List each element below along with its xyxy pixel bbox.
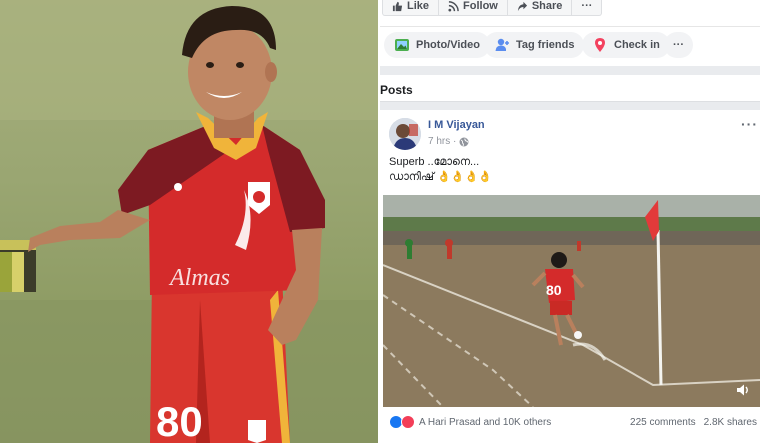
like-page-label: Like [407, 0, 430, 12]
page-more-button[interactable]: ··· [572, 0, 601, 16]
page-actions-bar: Like Follow Share ··· [380, 0, 760, 22]
shares-count[interactable]: 2.8K shares [704, 417, 757, 428]
section-gap [380, 66, 760, 75]
photo-video-button[interactable]: Photo/Video [384, 32, 490, 58]
post-menu-button[interactable]: ··· [741, 116, 758, 132]
tag-friends-button[interactable]: Tag friends [484, 32, 585, 58]
share-icon [517, 1, 527, 11]
shorts-number: 80 [156, 398, 203, 443]
globe-icon [459, 137, 469, 146]
share-page-button[interactable]: Share [508, 0, 573, 16]
composer-more-button[interactable]: ··· [664, 32, 693, 58]
photo-video-label: Photo/Video [416, 39, 480, 51]
shirt-text: Almas [168, 265, 230, 291]
check-in-label: Check in [614, 39, 660, 51]
love-reaction-icon [401, 415, 415, 429]
post-text-line: ഡാനിഷ് 👌👌👌👌 [389, 171, 492, 183]
avatar-image [389, 118, 421, 150]
post-text-line: Superb ..മോനെ... [389, 156, 480, 168]
video-frame: 80 [383, 195, 760, 407]
tag-friends-label: Tag friends [516, 39, 575, 51]
rss-icon [448, 0, 459, 12]
player-illustration: Almas 80 [0, 0, 378, 443]
player-photo: Almas 80 [0, 0, 378, 443]
check-in-button[interactable]: Check in [582, 32, 670, 58]
page-more-label: ··· [581, 0, 593, 12]
volume-icon[interactable] [736, 383, 750, 397]
section-gap [380, 102, 760, 110]
post-video[interactable]: 80 [383, 195, 760, 407]
posts-header: Posts [380, 76, 760, 102]
post-time[interactable]: 7 hrs · [428, 136, 456, 147]
post-counts: 225 comments 2.8K shares [630, 417, 757, 428]
facebook-page-panel: Like Follow Share ··· Photo/Video Tag fr… [380, 0, 760, 443]
composer-bar: Photo/Video Tag friends Check in ··· [380, 30, 760, 60]
post-text: Superb ..മോനെ... ഡാനിഷ് 👌👌👌👌 [389, 155, 492, 185]
follow-label: Follow [463, 0, 498, 12]
like-page-button[interactable]: Like [383, 0, 440, 16]
photo-icon [395, 39, 409, 51]
reactions-text: A Hari Prasad and 10K others [419, 416, 552, 428]
post-meta: 7 hrs · [428, 136, 469, 147]
share-page-label: Share [531, 0, 563, 12]
tag-friends-icon [495, 38, 509, 51]
like-icon [392, 1, 403, 11]
video-jersey-number: 80 [546, 282, 562, 298]
divider [380, 26, 760, 27]
page-actions-group: Like Follow Share ··· [382, 0, 603, 16]
posts-title: Posts [380, 83, 413, 97]
avatar[interactable] [389, 118, 421, 150]
composer-more-label: ··· [673, 39, 684, 51]
post-card: I M Vijayan 7 hrs · ··· Superb ..മോനെ...… [380, 110, 760, 443]
follow-button[interactable]: Follow [439, 0, 508, 16]
check-in-icon [595, 38, 605, 52]
post-author[interactable]: I M Vijayan [428, 119, 485, 131]
comments-count[interactable]: 225 comments [630, 417, 696, 428]
reactions-summary[interactable]: A Hari Prasad and 10K others [389, 415, 551, 429]
